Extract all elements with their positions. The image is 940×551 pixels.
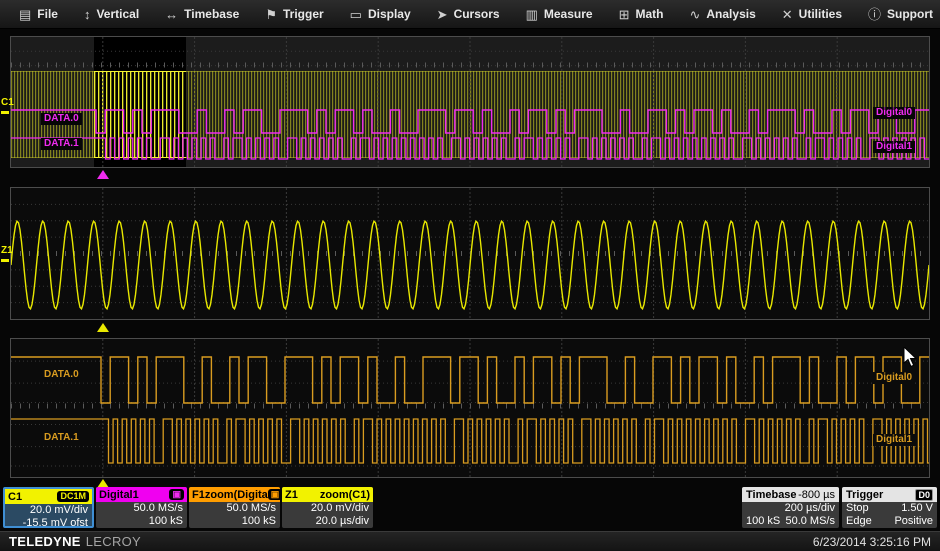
menu-item-math[interactable]: ⊞ Math — [606, 3, 677, 25]
data1-overview-trace[interactable] — [11, 138, 929, 159]
support-info-icon: ⓘ — [868, 8, 881, 21]
z1-trigger-marker[interactable] — [97, 323, 109, 332]
descriptor-value: 20.0 mV/div — [286, 502, 369, 515]
timebase-descriptor[interactable]: Timebase -800 µs 200 µs/div 100 kS 50.0 … — [742, 487, 839, 528]
timebase-per-div: 200 µs/div — [785, 502, 835, 515]
menu-item-label: Trigger — [283, 7, 324, 21]
channel-descriptor-digital1[interactable]: Digital1 ▣ 50.0 MS/s100 kS — [96, 487, 187, 528]
trigger-source-badge: D0 — [915, 489, 933, 501]
c1-offset-tick — [1, 111, 9, 114]
descriptor-value: 100 kS — [100, 515, 183, 528]
data0-label: DATA.0 — [41, 113, 82, 125]
oscilloscope-screen: ▤ File ↕ Vertical ↔ Timebase ⚑ Trigger ▭ Display ➤… — [0, 0, 940, 551]
menu-item-label: Math — [635, 7, 663, 21]
descriptor-value: 20.0 mV/div — [9, 504, 88, 517]
cursor-pointer-icon: ➤ — [437, 8, 448, 21]
menu-bar: ▤ File ↕ Vertical ↔ Timebase ⚑ Trigger ▭ Display ➤… — [0, 0, 940, 29]
trigger-type: Edge — [846, 515, 872, 528]
digital0-right-label: Digital0 — [873, 107, 915, 119]
descriptor-value: 20.0 µs/div — [286, 515, 369, 528]
menu-item-label: Support — [887, 7, 933, 21]
brand-teledyne: TELEDYNE — [9, 534, 81, 549]
timebase-delay: -800 µs — [798, 489, 835, 501]
math-calculator-icon: ⊞ — [619, 8, 630, 21]
menu-item-measure[interactable]: ▥ Measure — [513, 3, 606, 25]
descriptor-value: 50.0 MS/s — [193, 502, 276, 515]
descriptor-title: C1 — [8, 491, 22, 503]
channel-descriptor-f1[interactable]: F1zoom(Digita▣ 50.0 MS/s100 kS — [189, 487, 280, 528]
status-bar: TELEDYNE LECROY 6/23/2014 3:25:16 PM — [0, 531, 940, 551]
trigger-level: 1.50 V — [901, 502, 933, 515]
menu-item-trigger[interactable]: ⚑ Trigger — [252, 3, 336, 25]
utilities-tools-icon: ✕ — [782, 8, 793, 21]
descriptor-value: 50.0 MS/s — [100, 502, 183, 515]
menu-item-label: Timebase — [184, 7, 239, 21]
descriptor-title: Digital1 — [99, 489, 139, 501]
trigger-title: Trigger — [846, 489, 883, 501]
z1-channel-indicator[interactable]: Z1 — [1, 246, 13, 256]
trigger-slope: Positive — [894, 515, 933, 528]
top-grid-traces — [11, 37, 929, 167]
z1-zoom-grid[interactable] — [10, 187, 930, 320]
menu-item-analysis[interactable]: ∿ Analysis — [676, 3, 768, 25]
file-icon: ▤ — [19, 8, 31, 21]
menu-item-cursors[interactable]: ➤ Cursors — [424, 3, 513, 25]
z1-sine-trace[interactable] — [11, 221, 929, 309]
trigger-descriptor[interactable]: Trigger D0 Stop 1.50 V Edge Positive — [842, 487, 937, 528]
timebase-samples: 100 kS — [746, 515, 780, 528]
descriptor-title: Z1 — [285, 489, 298, 501]
top-grid[interactable]: DATA.0 DATA.1 Digital0 Digital1 — [10, 36, 930, 168]
analysis-chart-icon: ∿ — [689, 8, 700, 21]
trigger-mode: Stop — [846, 502, 869, 515]
menu-item-label: Analysis — [706, 7, 755, 21]
menu-item-label: Utilities — [799, 7, 842, 21]
descriptor-badge: DC1M — [57, 491, 89, 502]
z1-sine-trace-svg — [11, 188, 929, 319]
menu-item-display[interactable]: ▭ Display — [337, 3, 424, 25]
digital1-right-label: Digital1 — [873, 141, 915, 153]
channel-descriptor-z1[interactable]: Z1 zoom(C1)20.0 mV/div20.0 µs/div — [282, 487, 373, 528]
descriptor-title: F1 — [192, 489, 205, 501]
digital-zoom-traces — [11, 339, 929, 477]
menu-item-file[interactable]: ▤ File — [6, 3, 71, 25]
timebase-rate: 50.0 MS/s — [785, 515, 835, 528]
datetime-display: 6/23/2014 3:25:16 PM — [813, 535, 931, 549]
channel-descriptor-c1[interactable]: C1 DC1M 20.0 mV/div-15.5 mV ofst — [3, 487, 94, 528]
mouse-cursor — [903, 347, 919, 374]
digital1-zoom-right-label: Digital1 — [873, 434, 915, 446]
vertical-arrows-icon: ↕ — [84, 8, 91, 21]
menu-item-label: Cursors — [454, 7, 500, 21]
digital-zoom-grid[interactable]: DATA.0 DATA.1 Digital0 Digital1 — [10, 338, 930, 478]
menu-item-vertical[interactable]: ↕ Vertical — [71, 3, 152, 25]
descriptor-value: 100 kS — [193, 515, 276, 528]
menu-item-label: File — [37, 7, 58, 21]
trigger-position-marker[interactable] — [97, 170, 109, 179]
menu-item-timebase[interactable]: ↔ Timebase — [152, 3, 252, 25]
descriptor-badge: ▣ — [268, 489, 280, 500]
descriptor-badge: ▣ — [169, 489, 184, 500]
timebase-title: Timebase — [746, 489, 797, 501]
menu-item-label: Measure — [544, 7, 593, 21]
menu-item-label: Vertical — [96, 7, 139, 21]
menu-item-label: Display — [368, 7, 411, 21]
trigger-flag-icon: ⚑ — [265, 8, 277, 21]
brand-lecroy: LECROY — [86, 534, 141, 549]
descriptor-function-label: zoom(C1) — [320, 489, 370, 501]
display-monitor-icon: ▭ — [350, 8, 362, 21]
data1-label: DATA.1 — [41, 138, 82, 150]
data1-zoom-label: DATA.1 — [41, 432, 82, 444]
c1-channel-indicator[interactable]: C1 — [1, 98, 14, 108]
menu-item-utilities[interactable]: ✕ Utilities — [769, 3, 855, 25]
descriptor-function-label: zoom(Digita — [205, 489, 268, 501]
measure-caliper-icon: ▥ — [526, 8, 538, 21]
horizontal-arrows-icon: ↔ — [165, 8, 178, 21]
menu-item-support[interactable]: ⓘ Support — [855, 3, 940, 25]
descriptor-value: -15.5 mV ofst — [9, 517, 88, 528]
data0-zoom-label: DATA.0 — [41, 369, 82, 381]
z1-offset-tick — [1, 259, 9, 262]
